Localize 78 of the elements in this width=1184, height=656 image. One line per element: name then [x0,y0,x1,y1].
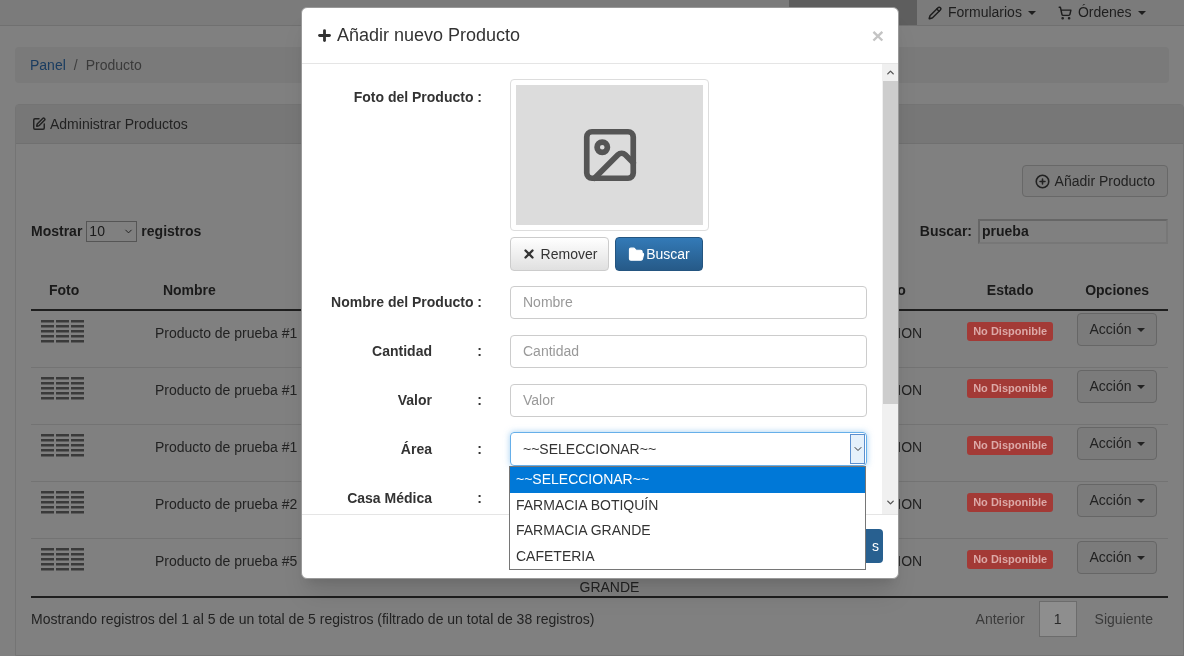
field-label: Valor [397,390,432,410]
column-header: Nombre [161,280,217,300]
chevron-up-icon[interactable] [884,67,896,78]
input-field[interactable]: Valor [510,383,867,417]
status-badge: No Disponible [967,379,1054,398]
remove-button[interactable]: Remover [510,237,609,271]
table-cell: ION [897,553,923,569]
nav-item[interactable]: Órdenes [1046,0,1157,25]
status-badge: No Disponible [967,550,1054,569]
product-name: Producto de prueba #5 [154,553,298,569]
product-name: Producto de prueba #1 [154,439,298,455]
nav-item[interactable]: Formularios [917,0,1047,25]
action-button[interactable]: Acción [1077,313,1158,346]
action-button[interactable]: Acción [1077,541,1158,574]
previous-link[interactable]: Anterior [961,608,1039,630]
label-colon: : [476,439,482,459]
field-label: Cantidad [372,341,432,361]
caret-icon [1136,555,1145,560]
cart-icon [1057,5,1072,20]
caret-icon [1136,327,1145,332]
select-field[interactable]: ~~SELECCIONAR~~ [510,432,867,466]
action-button[interactable]: Acción [1077,484,1158,517]
product-name: Producto de prueba #1 [154,325,298,341]
label-colon: : [476,390,482,410]
caret-icon [1136,441,1145,446]
action-button[interactable]: Acción [1077,427,1158,460]
status-badge: No Disponible [967,322,1054,341]
caret-icon [1136,498,1145,503]
input-field[interactable]: Nombre [510,285,867,319]
folder-icon [628,245,646,263]
search-label: Buscar: [919,222,972,241]
breadcrumb-separator: / [73,55,78,75]
length-label: registros [141,222,202,241]
dropdown-option[interactable]: CAFETERIA [510,543,865,569]
chevron-down-icon[interactable] [884,497,896,508]
caret-icon [1136,384,1145,389]
plus-icon [316,27,333,44]
dropdown-option[interactable]: FARMACIA BOTIQUÍN [510,492,865,518]
table-cell: ION [897,382,923,398]
page-link[interactable]: 1 [1038,601,1077,637]
field-label: Casa Médica [347,488,432,508]
chevron-down-icon [850,434,865,464]
edit-icon [32,117,46,131]
status-badge: No Disponible [967,493,1054,512]
pencil-icon [928,5,942,20]
column-header: Opciones [1084,280,1150,300]
product-name: Producto de prueba #1 [154,382,298,398]
length-label: Mostrar [31,222,83,241]
input-field[interactable]: Cantidad [510,334,867,368]
table-info: Mostrando registros del 1 al 5 de un total de 5 registros (filtrado de un total de 38 registros) [31,609,595,629]
product-name: Producto de prueba #2 [154,496,298,512]
column-header: Estado [985,280,1035,300]
close-icon [521,247,536,261]
add-product-button[interactable]: Añadir Producto [1021,165,1168,197]
search-field[interactable]: prueba [978,219,1168,244]
length-select[interactable]: 10 [86,221,138,242]
modal-title: Añadir nuevo Producto [337,24,521,47]
table-cell: ION [897,325,923,341]
table-cell: GRANDE [579,579,640,595]
field-label: Área [400,439,432,459]
field-label: Nombre del Producto : [331,292,482,312]
breadcrumb-link[interactable]: Panel [30,54,66,76]
panel-title: Administrar Productos [50,114,188,134]
action-button[interactable]: Acción [1077,370,1158,403]
column-header: Foto [48,280,81,300]
label-colon: : [476,488,482,508]
plus-circle-icon [1034,173,1050,189]
dropdown-option[interactable]: ~~SELECCIONAR~~ [510,467,865,493]
field-label: Foto del Producto : [353,88,482,107]
table-cell: ION [897,439,923,455]
breadcrumb-current: Producto [85,55,142,75]
next-link[interactable]: Siguiente [1076,608,1168,630]
browse-button[interactable]: Buscar [615,237,703,271]
dropdown-option[interactable]: FARMACIA GRANDE [510,518,865,544]
status-badge: No Disponible [967,436,1054,455]
scrollbar[interactable] [882,64,898,514]
label-colon: : [476,341,482,361]
table-cell: ION [897,496,923,512]
